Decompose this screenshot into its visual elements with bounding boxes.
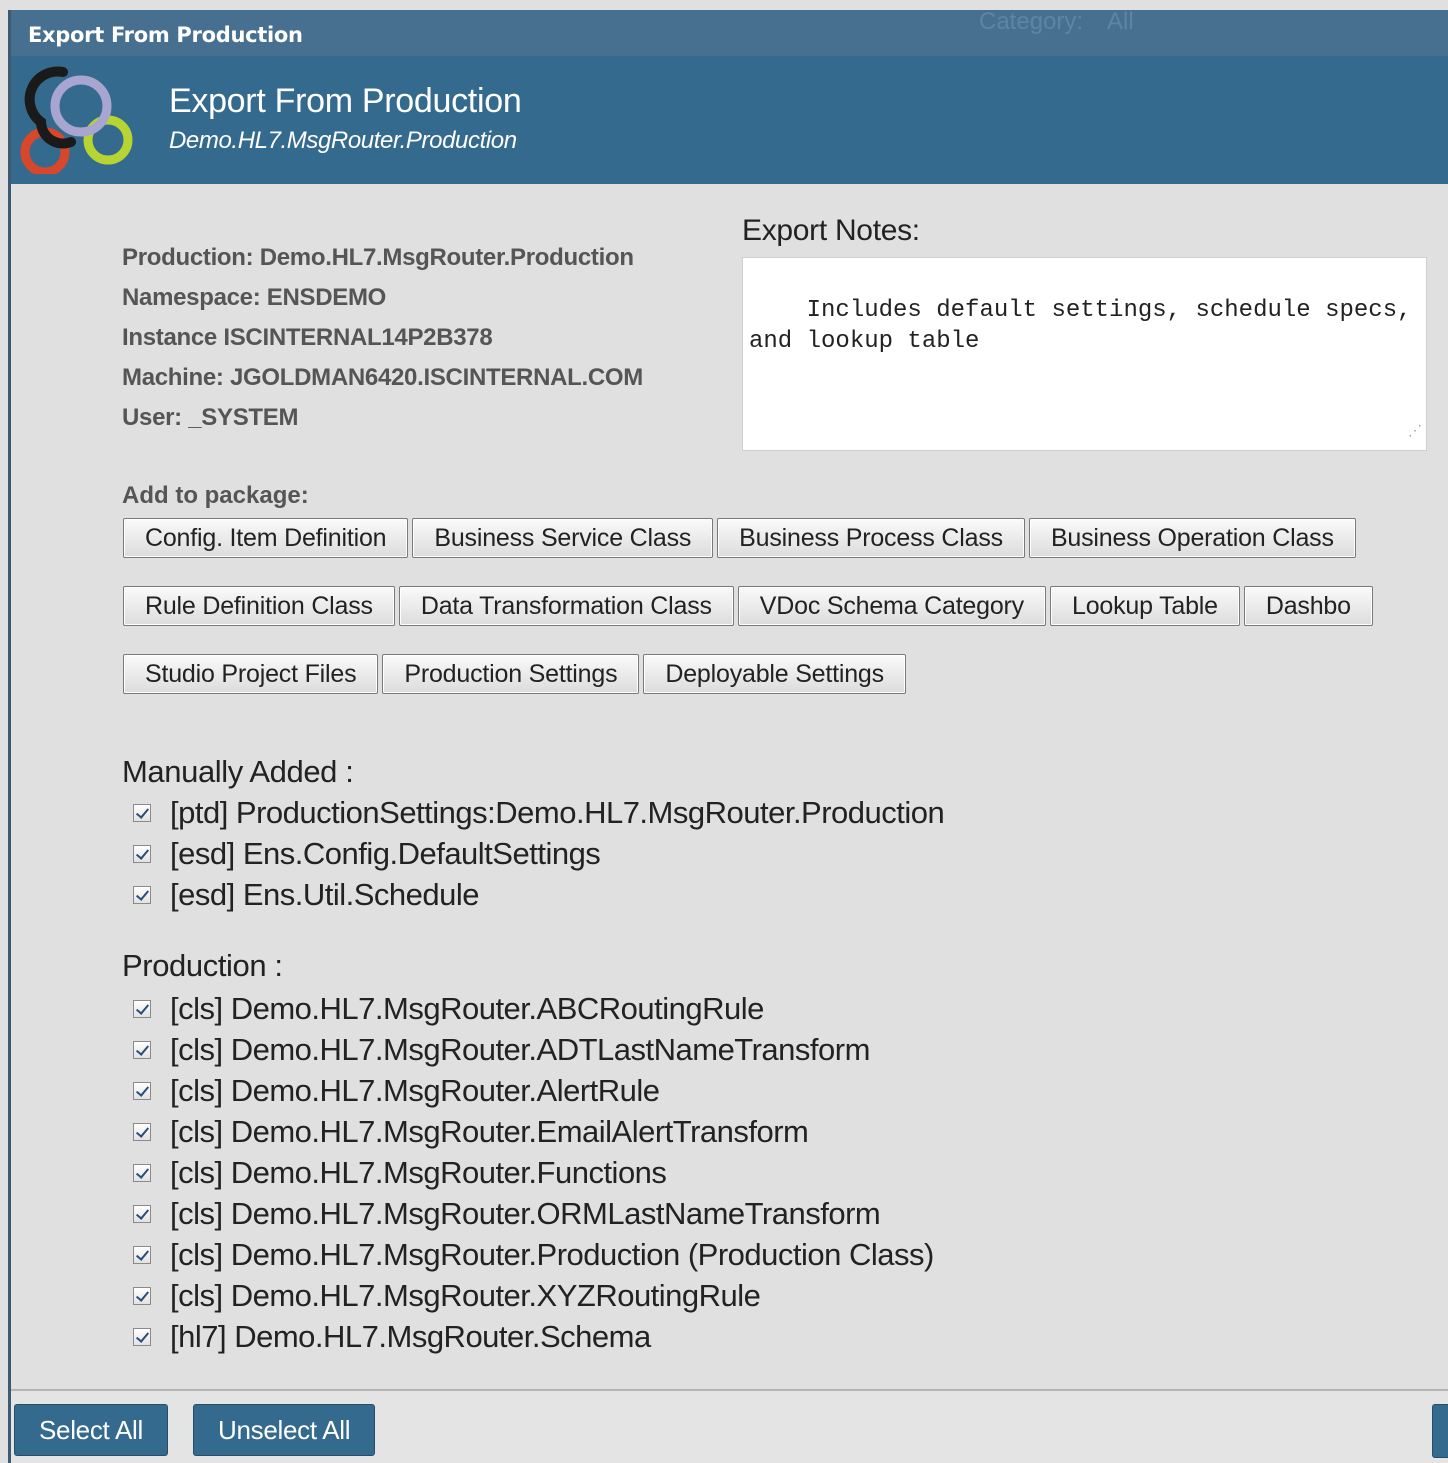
lookup-table-button[interactable]: Lookup Table <box>1049 586 1240 626</box>
production-info: Production: Demo.HL7.MsgRouter.Productio… <box>122 238 643 438</box>
item-label[interactable]: [cls] Demo.HL7.MsgRouter.Functions <box>170 1155 667 1191</box>
item-checkbox[interactable] <box>133 999 151 1018</box>
manually-added-label: Manually Added : <box>122 754 354 789</box>
instance: Instance ISCINTERNAL14P2B378 <box>122 324 493 351</box>
resize-grip-icon[interactable]: ⋰ <box>1408 417 1422 448</box>
dialog-title: Export From Production <box>28 23 303 47</box>
production-label: Production : <box>122 948 283 983</box>
list-item: [esd] Ens.Config.DefaultSettings <box>133 833 944 874</box>
add-buttons-row-1: Config. Item Definition Business Service… <box>123 518 1360 558</box>
item-label[interactable]: [ptd] ProductionSettings:Demo.HL7.MsgRou… <box>170 795 945 831</box>
item-checkbox[interactable] <box>133 1204 151 1223</box>
config-item-definition-button[interactable]: Config. Item Definition <box>123 518 409 558</box>
item-label[interactable]: [esd] Ens.Util.Schedule <box>170 877 480 913</box>
list-item: [cls] Demo.HL7.MsgRouter.ABCRoutingRule <box>133 988 934 1029</box>
item-checkbox[interactable] <box>133 885 151 904</box>
header-title: Export From Production <box>169 82 522 120</box>
item-label[interactable]: [cls] Demo.HL7.MsgRouter.Production (Pro… <box>170 1237 934 1273</box>
app-logo-icon <box>20 66 133 174</box>
item-label[interactable]: [cls] Demo.HL7.MsgRouter.AlertRule <box>170 1073 660 1109</box>
manually-added-list: [ptd] ProductionSettings:Demo.HL7.MsgRou… <box>133 792 945 915</box>
rule-definition-class-button[interactable]: Rule Definition Class <box>123 586 395 626</box>
list-item: [cls] Demo.HL7.MsgRouter.XYZRoutingRule <box>133 1275 934 1316</box>
item-checkbox[interactable] <box>133 1245 151 1264</box>
export-notes-label: Export Notes: <box>742 214 920 247</box>
list-item: [ptd] ProductionSettings:Demo.HL7.MsgRou… <box>133 792 945 833</box>
add-buttons-row-3: Studio Project Files Production Settings… <box>123 654 910 694</box>
list-item: [cls] Demo.HL7.MsgRouter.AlertRule <box>133 1070 934 1111</box>
dialog-title-bar[interactable]: Category: All Export From Production <box>11 8 1448 57</box>
list-item: [cls] Demo.HL7.MsgRouter.Production (Pro… <box>133 1234 934 1275</box>
item-label[interactable]: [cls] Demo.HL7.MsgRouter.XYZRoutingRule <box>170 1278 761 1314</box>
list-item: [hl7] Demo.HL7.MsgRouter.Schema <box>133 1316 934 1357</box>
namespace: Namespace: ENSDEMO <box>122 284 387 311</box>
item-label[interactable]: [cls] Demo.HL7.MsgRouter.EmailAlertTrans… <box>170 1114 809 1150</box>
user: User: _SYSTEM <box>122 404 299 431</box>
item-label[interactable]: [cls] Demo.HL7.MsgRouter.ABCRoutingRule <box>170 991 764 1027</box>
vdoc-schema-category-button[interactable]: VDoc Schema Category <box>737 586 1046 626</box>
background-category-label: Category: <box>979 8 1084 35</box>
export-dialog: Category: All Export From Production Exp… <box>0 0 1448 1463</box>
add-to-package-label: Add to package: <box>122 482 309 509</box>
item-label[interactable]: [hl7] Demo.HL7.MsgRouter.Schema <box>170 1319 651 1355</box>
data-transformation-class-button[interactable]: Data Transformation Class <box>398 586 734 626</box>
footer-right-button[interactable] <box>1432 1404 1448 1458</box>
deployable-settings-button[interactable]: Deployable Settings <box>643 654 906 694</box>
select-all-button[interactable]: Select All <box>14 1404 168 1456</box>
production-settings-button[interactable]: Production Settings <box>382 654 640 694</box>
item-label[interactable]: [cls] Demo.HL7.MsgRouter.ORMLastNameTran… <box>170 1196 881 1232</box>
add-buttons-row-2: Rule Definition Class Data Transformatio… <box>123 586 1377 626</box>
studio-project-files-button[interactable]: Studio Project Files <box>123 654 379 694</box>
production-name: Production: Demo.HL7.MsgRouter.Productio… <box>122 244 634 271</box>
list-item: [esd] Ens.Util.Schedule <box>133 874 944 915</box>
dashboard-button[interactable]: Dashbo <box>1243 586 1373 626</box>
item-checkbox[interactable] <box>133 1163 151 1182</box>
list-item: [cls] Demo.HL7.MsgRouter.Functions <box>133 1152 934 1193</box>
business-process-class-button[interactable]: Business Process Class <box>717 518 1025 558</box>
item-checkbox[interactable] <box>133 1122 151 1141</box>
item-checkbox[interactable] <box>133 1327 151 1346</box>
list-item: [cls] Demo.HL7.MsgRouter.ADTLastNameTran… <box>133 1029 934 1070</box>
item-checkbox[interactable] <box>133 803 151 822</box>
business-service-class-button[interactable]: Business Service Class <box>412 518 714 558</box>
item-label[interactable]: [esd] Ens.Config.DefaultSettings <box>170 836 601 872</box>
header-subtitle: Demo.HL7.MsgRouter.Production <box>169 127 517 154</box>
business-operation-class-button[interactable]: Business Operation Class <box>1028 518 1356 558</box>
export-notes-textarea[interactable]: Includes default settings, schedule spec… <box>742 257 1427 451</box>
item-checkbox[interactable] <box>133 1040 151 1059</box>
production-list: [cls] Demo.HL7.MsgRouter.ABCRoutingRule … <box>133 988 934 1357</box>
item-checkbox[interactable] <box>133 844 151 863</box>
machine: Machine: JGOLDMAN6420.ISCINTERNAL.COM <box>122 364 643 391</box>
background-category-value: All <box>1107 8 1134 35</box>
item-label[interactable]: [cls] Demo.HL7.MsgRouter.ADTLastNameTran… <box>170 1032 870 1068</box>
export-notes-value: Includes default settings, schedule spec… <box>749 297 1426 355</box>
list-item: [cls] Demo.HL7.MsgRouter.EmailAlertTrans… <box>133 1111 934 1152</box>
item-checkbox[interactable] <box>133 1081 151 1100</box>
dialog-footer: Select All Unselect All <box>11 1389 1448 1463</box>
item-checkbox[interactable] <box>133 1286 151 1305</box>
list-item: [cls] Demo.HL7.MsgRouter.ORMLastNameTran… <box>133 1193 934 1234</box>
unselect-all-button[interactable]: Unselect All <box>193 1404 376 1456</box>
dialog-header: Export From Production Demo.HL7.MsgRoute… <box>11 56 1448 184</box>
